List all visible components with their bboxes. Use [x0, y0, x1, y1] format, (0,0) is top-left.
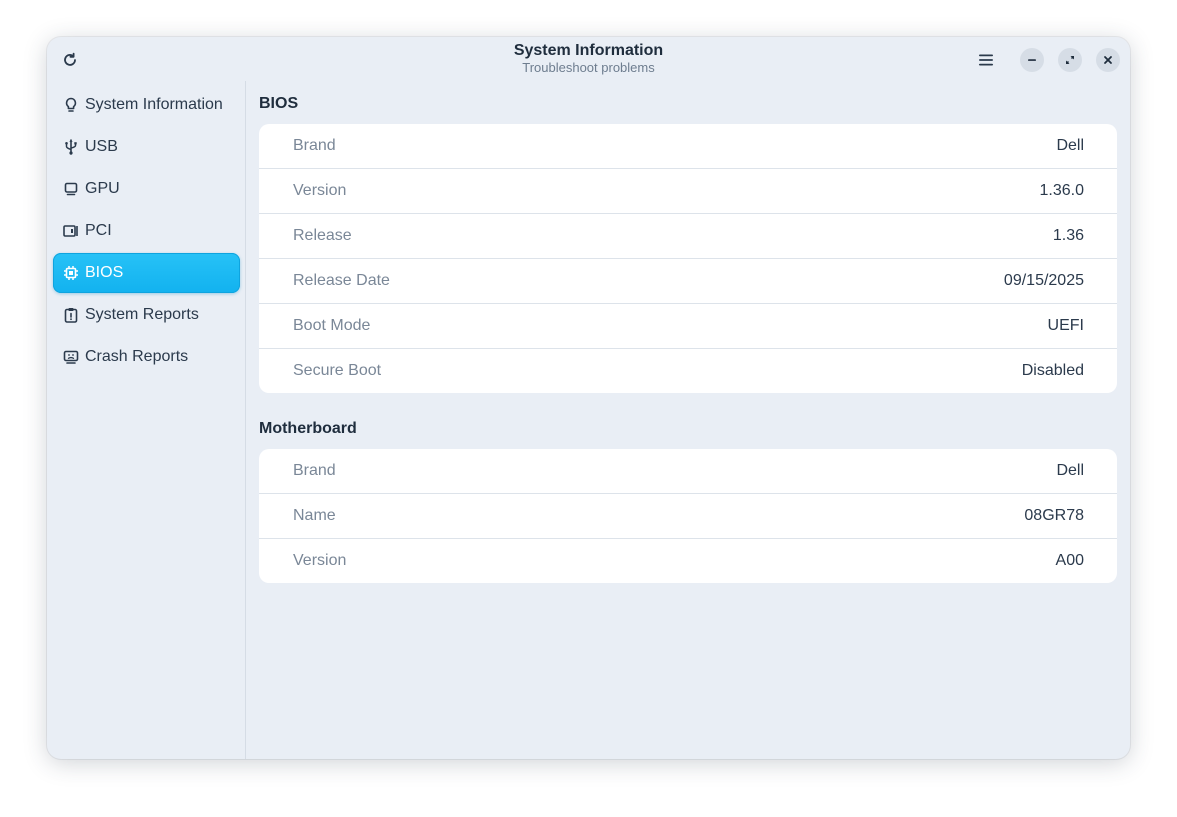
row-value: Disabled [1021, 362, 1084, 379]
maximize-button[interactable] [1058, 48, 1082, 72]
sidebar: System Information USB GPU PCI BIOS Syst… [47, 81, 246, 759]
row-value: 09/15/2025 [1003, 272, 1084, 289]
sidebar-item-label: System Reports [85, 306, 199, 323]
minimize-icon [1028, 59, 1036, 61]
row-key: Name [293, 507, 336, 524]
row-value: Dell [1056, 462, 1084, 479]
hamburger-menu-icon [979, 54, 993, 66]
report-icon [63, 307, 79, 323]
sidebar-item-label: BIOS [85, 264, 124, 281]
sidebar-item-label: GPU [85, 180, 120, 197]
sidebar-item-label: Crash Reports [85, 348, 189, 365]
chip-icon [63, 265, 79, 281]
info-row: Secure Boot Disabled [259, 348, 1117, 393]
sidebar-item-system-reports[interactable]: System Reports [53, 295, 240, 335]
crash-monitor-icon [63, 349, 79, 365]
row-value: 1.36.0 [1039, 182, 1084, 199]
info-row: Brand Dell [259, 124, 1117, 168]
usb-icon [63, 139, 79, 155]
sidebar-item-label: System Information [85, 96, 223, 113]
info-row: Release 1.36 [259, 213, 1117, 258]
main-menu-button[interactable] [973, 47, 999, 73]
row-key: Release Date [293, 272, 390, 289]
section-title-bios: BIOS [259, 95, 299, 112]
window-title: System Information [513, 42, 664, 59]
row-key: Brand [293, 137, 336, 154]
sidebar-item-usb[interactable]: USB [53, 127, 240, 167]
motherboard-card: Brand Dell Name 08GR78 Version A00 [259, 449, 1117, 583]
monitor-icon [63, 181, 79, 197]
sidebar-item-crash-reports[interactable]: Crash Reports [53, 337, 240, 377]
row-value: 1.36 [1052, 227, 1084, 244]
row-key: Secure Boot [293, 362, 382, 379]
lightbulb-icon [63, 97, 79, 113]
row-key: Version [293, 182, 347, 199]
sidebar-item-gpu[interactable]: GPU [53, 169, 240, 209]
info-row: Brand Dell [259, 449, 1117, 493]
row-key: Version [293, 552, 347, 569]
sidebar-item-system-information[interactable]: System Information [53, 85, 240, 125]
section-title-motherboard: Motherboard [259, 420, 357, 437]
info-row: Version 1.36.0 [259, 168, 1117, 213]
app-window: System Information Troubleshoot problems [47, 37, 1130, 759]
close-icon [1104, 56, 1112, 64]
row-key: Brand [293, 462, 336, 479]
bios-card: Brand Dell Version 1.36.0 Release 1.36 R… [259, 124, 1117, 393]
maximize-icon [1066, 56, 1074, 64]
row-value: Dell [1056, 137, 1084, 154]
pci-card-icon [63, 223, 79, 239]
titlebar: System Information Troubleshoot problems [47, 37, 1130, 81]
close-button[interactable] [1096, 48, 1120, 72]
title-area: System Information Troubleshoot problems [47, 41, 1130, 76]
info-row: Boot Mode UEFI [259, 303, 1117, 348]
row-key: Release [293, 227, 352, 244]
window-subtitle: Troubleshoot problems [522, 60, 655, 75]
row-key: Boot Mode [293, 317, 371, 334]
sidebar-item-label: USB [85, 138, 118, 155]
sidebar-item-pci[interactable]: PCI [53, 211, 240, 251]
sidebar-item-label: PCI [85, 222, 112, 239]
sidebar-item-bios[interactable]: BIOS [53, 253, 240, 293]
row-value: 08GR78 [1024, 507, 1084, 524]
info-row: Name 08GR78 [259, 493, 1117, 538]
info-row: Release Date 09/15/2025 [259, 258, 1117, 303]
minimize-button[interactable] [1020, 48, 1044, 72]
row-value: A00 [1055, 552, 1084, 569]
row-value: UEFI [1047, 317, 1084, 334]
info-row: Version A00 [259, 538, 1117, 583]
